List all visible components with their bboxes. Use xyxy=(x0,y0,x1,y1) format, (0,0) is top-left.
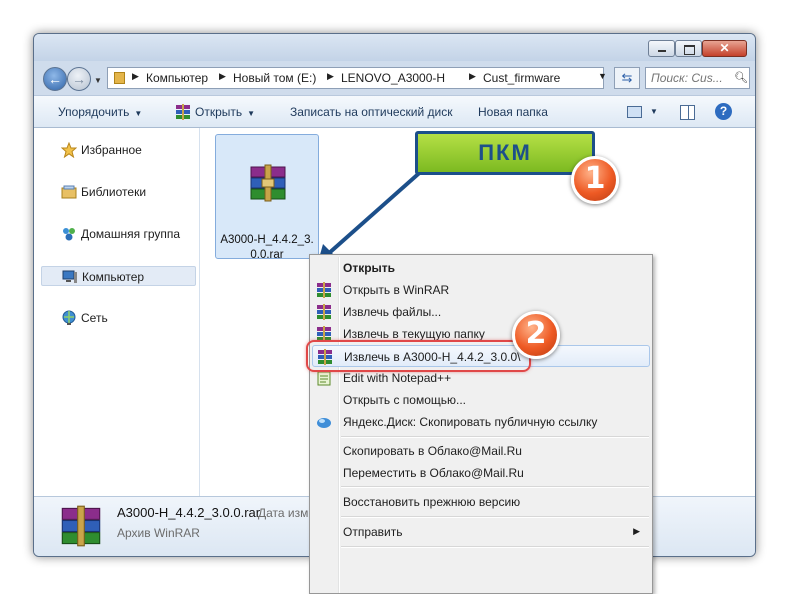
highlight-box xyxy=(306,340,531,372)
menu-separator xyxy=(341,546,649,548)
menu-item-move-mailru[interactable]: Переместить в Облако@Mail.Ru xyxy=(312,462,650,484)
pointer-arrow-line xyxy=(326,166,427,256)
menu-item-label: Отправить xyxy=(343,525,403,539)
notepad-icon xyxy=(317,371,331,386)
menu-item-label: Открыть в WinRAR xyxy=(343,283,450,297)
menu-item-label: Открыть xyxy=(343,261,396,275)
menu-item-open-with[interactable]: Открыть с помощью... xyxy=(312,389,650,411)
step-badge-2: 2 xyxy=(512,311,560,359)
menu-item-open-winrar[interactable]: Открыть в WinRAR xyxy=(312,279,650,301)
menu-item-send-to[interactable]: Отправить ▶ xyxy=(312,521,650,543)
menu-item-label: Восстановить прежнюю версию xyxy=(343,495,521,509)
menu-item-label: Извлечь в текущую папку xyxy=(343,327,485,341)
menu-item-restore-version[interactable]: Восстановить прежнюю версию xyxy=(312,491,650,513)
menu-item-label: Скопировать в Облако@Mail.Ru xyxy=(343,444,522,458)
menu-separator xyxy=(341,436,649,438)
menu-item-label: Переместить в Облако@Mail.Ru xyxy=(343,466,524,480)
submenu-arrow-icon: ▶ xyxy=(633,526,640,536)
step-badge-1: 1 xyxy=(571,156,619,204)
menu-separator xyxy=(341,516,649,518)
menu-item-label: Edit with Notepad++ xyxy=(343,371,452,385)
menu-item-label: Яндекс.Диск: Скопировать публичную ссылк… xyxy=(343,415,598,429)
menu-item-yandex-disk[interactable]: Яндекс.Диск: Скопировать публичную ссылк… xyxy=(312,411,650,433)
menu-item-open[interactable]: Открыть xyxy=(312,257,650,279)
menu-item-copy-mailru[interactable]: Скопировать в Облако@Mail.Ru xyxy=(312,440,650,462)
yandex-disk-icon xyxy=(317,418,331,428)
context-menu: Открыть Открыть в WinRAR Извлечь файлы..… xyxy=(309,254,653,594)
menu-item-label: Открыть с помощью... xyxy=(343,393,467,407)
menu-item-extract-files[interactable]: Извлечь файлы... xyxy=(312,301,650,323)
menu-separator xyxy=(341,486,649,488)
callout-label: ПКМ xyxy=(415,131,595,175)
winrar-icon xyxy=(317,282,331,298)
menu-item-label: Извлечь файлы... xyxy=(343,305,442,319)
winrar-icon xyxy=(317,304,331,320)
